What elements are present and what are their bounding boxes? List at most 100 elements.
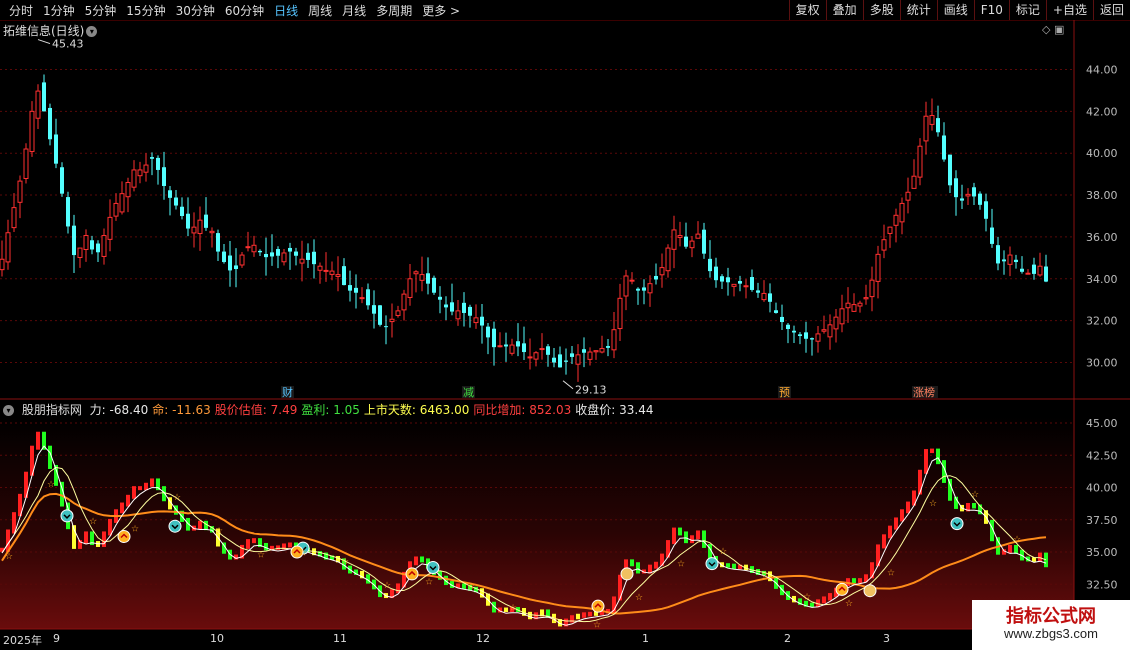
indicator-bar: [660, 553, 664, 566]
candle-body-up: [869, 279, 875, 298]
tab-monthly[interactable]: 月线: [337, 2, 371, 19]
candle-body-down: [342, 266, 346, 286]
candle-body-up: [359, 297, 365, 300]
indicator-bar: [318, 551, 322, 557]
candle-body-down: [804, 332, 808, 339]
indicator-bar: [42, 431, 46, 450]
indicator-bar: [108, 518, 112, 536]
settings-circle-icon[interactable]: ▾: [3, 405, 14, 416]
indicator-bar: [624, 559, 628, 579]
candle-body-up: [929, 115, 935, 125]
star-marker-icon: ☆: [635, 593, 643, 603]
chart-canvas[interactable]: 45.4329.13财减预涨榜 ☆☆☆☆☆☆☆ ☆☆☆ ☆ ☆☆☆☆☆☆☆☆☆☆☆☆☆…: [0, 0, 1130, 650]
indicator-bar: [612, 596, 616, 613]
candle-body-down: [264, 253, 268, 258]
indicator-bar: [978, 504, 982, 515]
candle-body-up: [395, 310, 401, 316]
candle-body-down: [366, 289, 370, 306]
candle-body-down: [516, 341, 520, 347]
candle-body-up: [209, 230, 215, 234]
indicator-bar: [78, 540, 82, 549]
mark-button[interactable]: 标记: [1008, 0, 1046, 20]
candle-body-up: [893, 214, 899, 226]
candle-body-up: [845, 302, 851, 309]
tab-1min[interactable]: 1分钟: [38, 2, 80, 19]
star-marker-icon: ☆: [257, 551, 265, 561]
date-label-nov: 11: [333, 632, 347, 645]
candle-body-down: [702, 229, 706, 254]
indicator-bar: [342, 558, 346, 570]
window-icon[interactable]: ▣: [1054, 23, 1064, 36]
tab-daily[interactable]: 日线: [269, 2, 303, 19]
star-marker-icon: ☆: [173, 493, 181, 503]
candle-body-up: [905, 191, 911, 201]
event-badge-1: 减: [463, 386, 474, 399]
dropdown-circle-icon[interactable]: ▾: [86, 26, 98, 37]
candle-body-down: [942, 135, 946, 160]
indicator-bar: [114, 509, 118, 523]
indicator-item-3: 盈利: 1.05: [301, 403, 360, 417]
sell-signal-icon: [60, 509, 74, 523]
tab-fenshi[interactable]: 分时: [4, 2, 38, 19]
candle-body-up: [509, 344, 515, 354]
indicator-bar: [834, 587, 838, 598]
candle-body-down: [720, 276, 724, 282]
sell-signal-chevron: [953, 522, 961, 527]
candle-body-up: [419, 274, 425, 281]
indicator-bar: [366, 574, 370, 584]
candle-body-down: [294, 251, 298, 256]
star-marker-icon: ☆: [761, 570, 769, 580]
draw-line-button[interactable]: 画线: [936, 0, 974, 20]
sell-signal-chevron: [299, 546, 307, 552]
candle-body-up: [899, 202, 905, 223]
tab-multi-period[interactable]: 多周期: [371, 2, 417, 19]
event-badge-2: 预: [779, 386, 790, 399]
star-marker-icon: ☆: [551, 615, 559, 625]
tab-30min[interactable]: 30分钟: [171, 2, 220, 19]
indicator-bar: [888, 525, 892, 539]
candle-body-down: [426, 273, 430, 284]
indicator-bar: [0, 547, 4, 552]
indicator-bar: [618, 574, 622, 601]
statistics-button[interactable]: 统计: [899, 0, 937, 20]
indicator-bar: [960, 504, 964, 512]
indicator-bar: [312, 548, 316, 556]
candle-body-up: [1025, 272, 1031, 275]
indicator-bar: [564, 618, 568, 627]
add-watchlist-button[interactable]: +自选: [1045, 0, 1093, 20]
fuquan-button[interactable]: 复权: [788, 0, 826, 20]
indicator-tick-label: 45.00: [1086, 417, 1118, 430]
candle-body-up: [131, 169, 137, 188]
indicator-bar: [414, 556, 418, 566]
tab-15min[interactable]: 15分钟: [121, 2, 170, 19]
multi-stock-button[interactable]: 多股: [862, 0, 900, 20]
tab-60min[interactable]: 60分钟: [220, 2, 269, 19]
indicator-bar: [726, 563, 730, 568]
star-marker-icon: ☆: [803, 593, 811, 603]
overlay-button[interactable]: 叠加: [825, 0, 863, 20]
candle-body-down: [444, 304, 448, 308]
tab-weekly[interactable]: 周线: [303, 2, 337, 19]
f10-button[interactable]: F10: [973, 0, 1009, 20]
indicator-bar: [348, 565, 352, 574]
candle-body-down: [558, 354, 562, 368]
candle-body-down: [180, 206, 184, 216]
candle-body-up: [1037, 265, 1043, 276]
star-marker-icon: ☆: [131, 524, 139, 534]
candle-body-up: [83, 235, 89, 251]
indicator-tick-label: 32.50: [1086, 578, 1118, 591]
indicator-bar: [162, 486, 166, 502]
tab-5min[interactable]: 5分钟: [80, 2, 122, 19]
candle-body-up: [863, 297, 869, 300]
buy-signal-chevron: [838, 586, 846, 591]
stock-title[interactable]: 拓维信息(日线) ▾: [3, 22, 98, 39]
diamond-icon[interactable]: ◇: [1042, 23, 1050, 36]
buy-signal-chevron: [408, 570, 416, 576]
indicator-plot: ☆ ☆ ☆ ☆ ☆ ☆ ☆ ☆ ☆ ☆ ☆ ☆ ☆ ☆ ☆ ☆ ☆ ☆ ☆ ☆ ☆ ☆ ☆ ☆ ☆: [0, 431, 1048, 630]
indicator-bar: [1026, 556, 1030, 562]
candle-body-down: [270, 252, 274, 257]
tab-more[interactable]: 更多 >: [417, 2, 465, 19]
indicator-background: [0, 417, 1074, 629]
sell-signal-icon: [168, 519, 182, 533]
back-button[interactable]: 返回: [1092, 0, 1130, 20]
